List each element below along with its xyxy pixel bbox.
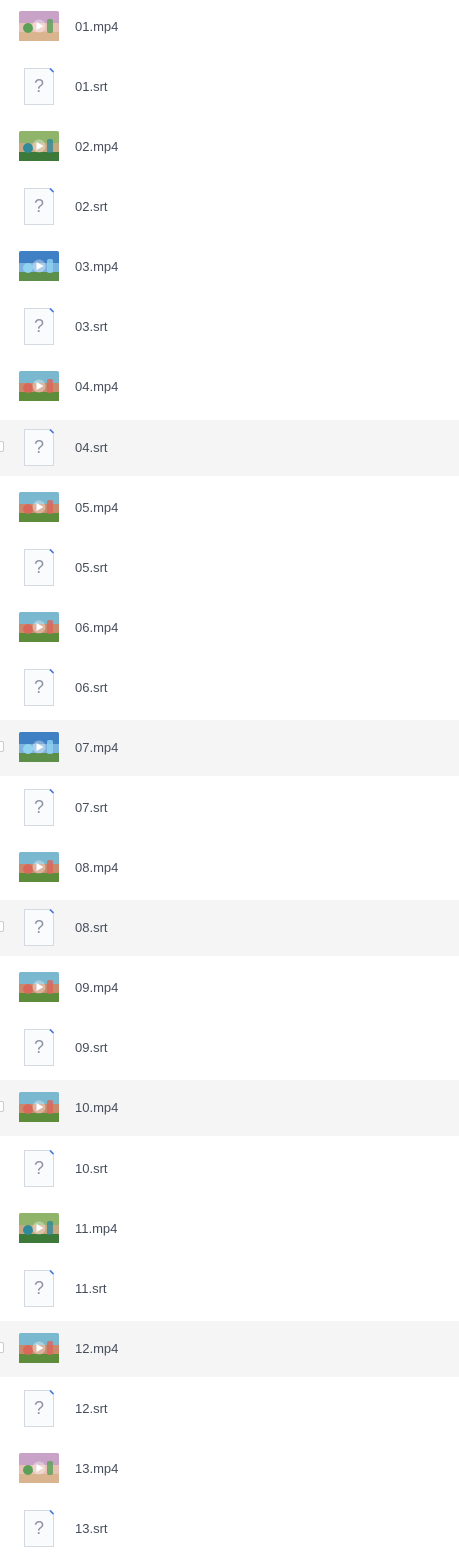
file-name[interactable]: 13.mp4 (75, 1441, 118, 1497)
svg-text:?: ? (34, 1158, 44, 1178)
file-row[interactable]: ? 11.srt (0, 1260, 459, 1317)
video-thumbnail-icon[interactable] (19, 371, 59, 402)
file-name[interactable]: 08.srt (75, 900, 108, 956)
svg-text:?: ? (34, 437, 44, 457)
video-thumbnail-icon[interactable] (19, 972, 59, 1003)
file-name[interactable]: 08.mp4 (75, 840, 118, 896)
svg-text:?: ? (34, 1518, 44, 1538)
svg-text:?: ? (34, 76, 44, 96)
file-name[interactable]: 06.mp4 (75, 600, 118, 656)
video-thumbnail-icon[interactable] (19, 1332, 59, 1363)
unknown-file-icon[interactable]: ? (23, 67, 55, 106)
svg-text:?: ? (34, 1037, 44, 1057)
row-checkbox[interactable] (0, 1101, 4, 1113)
file-row[interactable]: ? 07.srt (0, 780, 459, 837)
video-thumbnail-icon[interactable] (19, 131, 59, 162)
file-row[interactable]: ? 12.srt (0, 1380, 459, 1437)
file-name[interactable]: 04.mp4 (75, 359, 118, 415)
row-checkbox[interactable] (0, 740, 4, 752)
svg-text:?: ? (34, 1398, 44, 1418)
file-row[interactable]: ? 13.srt (0, 1501, 459, 1557)
file-name[interactable]: 05.srt (75, 540, 108, 596)
file-name[interactable]: 02.srt (75, 179, 108, 235)
video-thumbnail-icon[interactable] (19, 11, 59, 41)
video-thumbnail-icon[interactable] (19, 1452, 59, 1483)
file-row[interactable]: ? 08.srt (0, 900, 459, 957)
file-row[interactable]: ? 01.srt (0, 59, 459, 116)
unknown-file-icon[interactable]: ? (23, 668, 55, 707)
file-list: 01.mp4? 01.srt 02.mp4? 02.srt 03.mp4? 03.srt 0… (0, 0, 459, 1568)
file-name[interactable]: 13.srt (75, 1501, 108, 1557)
file-name[interactable]: 01.srt (75, 59, 108, 115)
file-row[interactable]: ? 05.srt (0, 539, 459, 596)
file-row[interactable]: 02.mp4 (0, 119, 459, 176)
file-name[interactable]: 09.srt (75, 1020, 108, 1076)
svg-text:?: ? (34, 196, 44, 216)
file-name[interactable]: 05.mp4 (75, 480, 118, 536)
file-row[interactable]: ? 10.srt (0, 1140, 459, 1197)
svg-text:?: ? (34, 677, 44, 697)
unknown-file-icon[interactable]: ? (23, 1028, 55, 1067)
video-thumbnail-icon[interactable] (19, 1092, 59, 1123)
file-name[interactable]: 09.mp4 (75, 960, 118, 1016)
unknown-file-icon[interactable]: ? (23, 1269, 55, 1308)
file-name[interactable]: 07.mp4 (75, 720, 118, 776)
file-row[interactable]: ? 09.srt (0, 1020, 459, 1077)
file-row[interactable]: 11.mp4 (0, 1200, 459, 1257)
file-name[interactable]: 07.srt (75, 780, 108, 836)
row-checkbox[interactable] (0, 440, 4, 452)
row-checkbox[interactable] (0, 921, 4, 933)
unknown-file-icon[interactable]: ? (23, 1509, 55, 1548)
file-row[interactable]: 04.mp4 (0, 359, 459, 416)
file-row[interactable]: 10.mp4 (0, 1080, 459, 1137)
file-row[interactable]: 07.mp4 (0, 719, 459, 776)
unknown-file-icon[interactable]: ? (23, 428, 55, 467)
svg-text:?: ? (34, 316, 44, 336)
file-row[interactable]: ? 03.srt (0, 299, 459, 356)
file-row[interactable]: 08.mp4 (0, 840, 459, 897)
file-name[interactable]: 04.srt (75, 420, 108, 476)
file-row[interactable]: 09.mp4 (0, 960, 459, 1017)
file-row[interactable]: 03.mp4 (0, 239, 459, 296)
file-name[interactable]: 01.mp4 (75, 0, 118, 55)
video-thumbnail-icon[interactable] (19, 852, 59, 883)
video-thumbnail-icon[interactable] (19, 611, 59, 642)
file-row[interactable]: 01.mp4 (0, 0, 459, 55)
file-row[interactable]: 12.mp4 (0, 1320, 459, 1377)
svg-text:?: ? (34, 1278, 44, 1298)
video-thumbnail-icon[interactable] (19, 731, 59, 762)
unknown-file-icon[interactable]: ? (23, 1389, 55, 1428)
unknown-file-icon[interactable]: ? (23, 548, 55, 587)
file-name[interactable]: 12.mp4 (75, 1321, 118, 1377)
svg-text:?: ? (34, 557, 44, 577)
file-name[interactable]: 03.mp4 (75, 239, 118, 295)
svg-text:?: ? (34, 917, 44, 937)
file-name[interactable]: 12.srt (75, 1381, 108, 1437)
file-name[interactable]: 03.srt (75, 299, 108, 355)
file-row[interactable]: ? 06.srt (0, 659, 459, 716)
file-name[interactable]: 11.srt (75, 1261, 107, 1317)
file-row[interactable]: ? 04.srt (0, 419, 459, 476)
file-name[interactable]: 10.srt (75, 1141, 108, 1197)
row-checkbox[interactable] (0, 1341, 4, 1353)
file-name[interactable]: 06.srt (75, 660, 108, 716)
video-thumbnail-icon[interactable] (19, 1212, 59, 1243)
file-row[interactable]: 06.mp4 (0, 599, 459, 656)
unknown-file-icon[interactable]: ? (23, 908, 55, 947)
unknown-file-icon[interactable]: ? (23, 187, 55, 226)
unknown-file-icon[interactable]: ? (23, 307, 55, 346)
video-thumbnail-icon[interactable] (19, 251, 59, 282)
svg-text:?: ? (34, 797, 44, 817)
video-thumbnail-icon[interactable] (19, 491, 59, 522)
file-name[interactable]: 11.mp4 (75, 1201, 117, 1257)
unknown-file-icon[interactable]: ? (23, 788, 55, 827)
file-row[interactable]: ? 02.srt (0, 179, 459, 236)
file-name[interactable]: 10.mp4 (75, 1080, 118, 1136)
file-name[interactable]: 02.mp4 (75, 119, 118, 175)
file-row[interactable]: 13.mp4 (0, 1440, 459, 1497)
file-row[interactable]: 05.mp4 (0, 479, 459, 536)
unknown-file-icon[interactable]: ? (23, 1149, 55, 1188)
